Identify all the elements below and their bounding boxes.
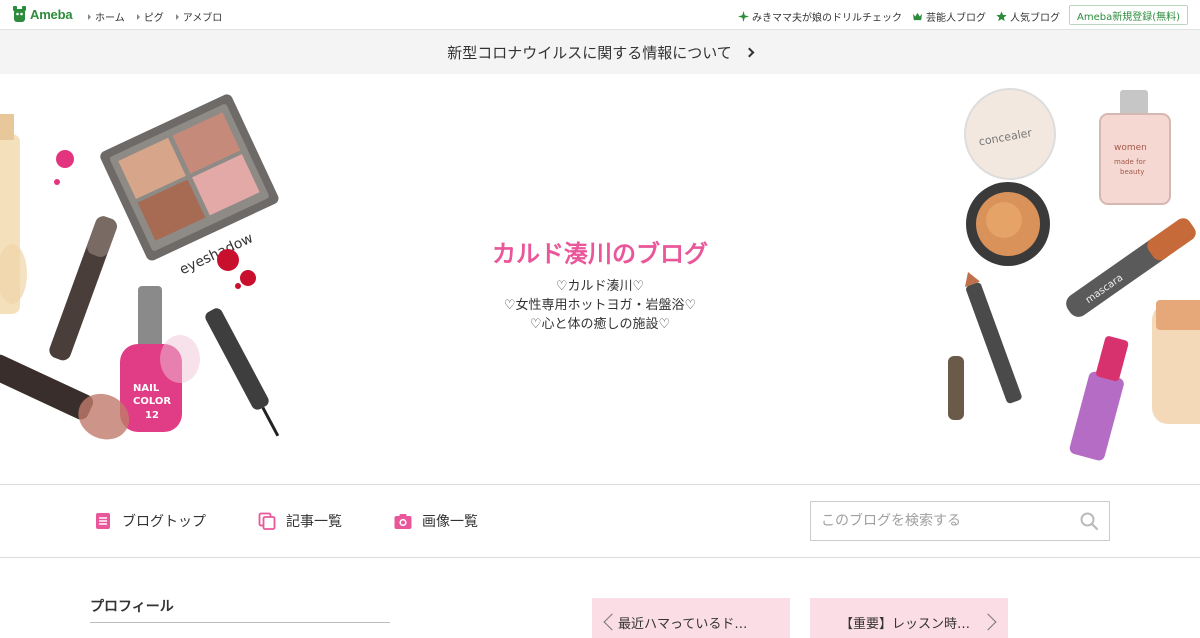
featured-link-popular[interactable]: 人気ブログ — [996, 9, 1060, 24]
perfume-label-3: beauty — [1120, 168, 1144, 176]
profile-divider — [90, 622, 390, 623]
nail-label-3: 12 — [145, 410, 159, 421]
entry-list-label: 記事一覧 — [286, 514, 342, 530]
next-entry-link[interactable]: 【重要】レッスン時… — [810, 598, 1008, 638]
global-header: Ameba ホーム ピグ アメブロ みきママ夫が娘のドリルチェック 芸能人ブログ… — [0, 0, 1200, 30]
document-icon — [96, 513, 110, 529]
logo-text: Ameba — [30, 7, 73, 22]
search-icon[interactable] — [1079, 511, 1099, 531]
crown-icon — [912, 12, 923, 21]
featured-link-topic-label: みきママ夫が娘のドリルチェック — [752, 13, 902, 24]
perfume-label-2: made for — [1114, 158, 1146, 166]
blog-nav: ブログトップ 記事一覧 画像一覧 — [0, 484, 1200, 558]
featured-links: みきママ夫が娘のドリルチェック 芸能人ブログ 人気ブログ — [738, 9, 1060, 24]
caret-right-icon — [88, 13, 91, 20]
nav-home-label: ホーム — [95, 13, 125, 24]
nail-label-2: COLOR — [133, 396, 171, 407]
blog-title[interactable]: カルド湊川のブログ — [0, 234, 1200, 269]
nav-pigg-label: ピグ — [143, 13, 164, 24]
blog-description: ♡カルド湊川♡ ♡女性専用ホットヨガ・岩盤浴♡ ♡心と体の癒しの施設♡ — [0, 277, 1200, 334]
nail-label-1: NAIL — [133, 383, 160, 394]
notice-text: 新型コロナウイルスに関する情報について — [447, 43, 732, 62]
blog-description-line: ♡カルド湊川♡ — [555, 279, 645, 294]
copy-icon — [258, 512, 276, 530]
chevron-right-icon — [744, 47, 755, 57]
blog-search-input[interactable] — [821, 513, 1079, 529]
blog-search — [810, 501, 1110, 541]
nav-pigg[interactable]: ピグ — [136, 9, 164, 24]
prev-entry-title: 最近ハマっているド… — [618, 616, 748, 632]
caret-right-icon — [175, 13, 179, 20]
star-icon — [996, 11, 1007, 22]
covid-notice-link[interactable]: 新型コロナウイルスに関する情報について — [0, 30, 1200, 74]
featured-link-popular-label: 人気ブログ — [1010, 13, 1060, 24]
entry-list-link[interactable]: 記事一覧 — [258, 511, 342, 531]
featured-link-celebrity[interactable]: 芸能人ブログ — [912, 9, 986, 24]
ameba-logo[interactable]: Ameba — [12, 6, 73, 23]
featured-link-topic[interactable]: みきママ夫が娘のドリルチェック — [738, 9, 902, 24]
blog-top-link[interactable]: ブログトップ — [94, 511, 206, 531]
featured-link-celebrity-label: 芸能人ブログ — [926, 13, 986, 24]
prev-entry-link[interactable]: 最近ハマっているド… — [592, 598, 790, 638]
nav-home[interactable]: ホーム — [88, 9, 125, 24]
image-list-link[interactable]: 画像一覧 — [394, 511, 478, 531]
global-nav: ホーム ピグ アメブロ — [88, 9, 222, 24]
sparkle-icon — [738, 11, 749, 22]
image-list-label: 画像一覧 — [422, 514, 478, 530]
blog-header: eyeshadow NAIL COLOR 12 concealer women … — [0, 74, 1200, 484]
perfume-label-1: women — [1114, 143, 1147, 153]
chevron-right-icon — [979, 613, 997, 631]
blog-description-line: ♡女性専用ホットヨガ・岩盤浴♡ — [503, 298, 697, 313]
caret-right-icon — [136, 13, 140, 20]
nav-ameblo-label: アメブロ — [182, 13, 223, 24]
profile-heading: プロフィール — [90, 599, 174, 615]
blog-description-line: ♡心と体の癒しの施設♡ — [529, 317, 671, 332]
next-entry-title: 【重要】レッスン時… — [840, 616, 971, 632]
register-button[interactable]: Ameba新規登録(無料) — [1068, 5, 1188, 25]
ameba-mascot-icon — [13, 6, 26, 22]
nav-ameblo[interactable]: アメブロ — [175, 9, 223, 24]
camera-icon — [394, 514, 412, 529]
blog-top-label: ブログトップ — [122, 514, 206, 530]
